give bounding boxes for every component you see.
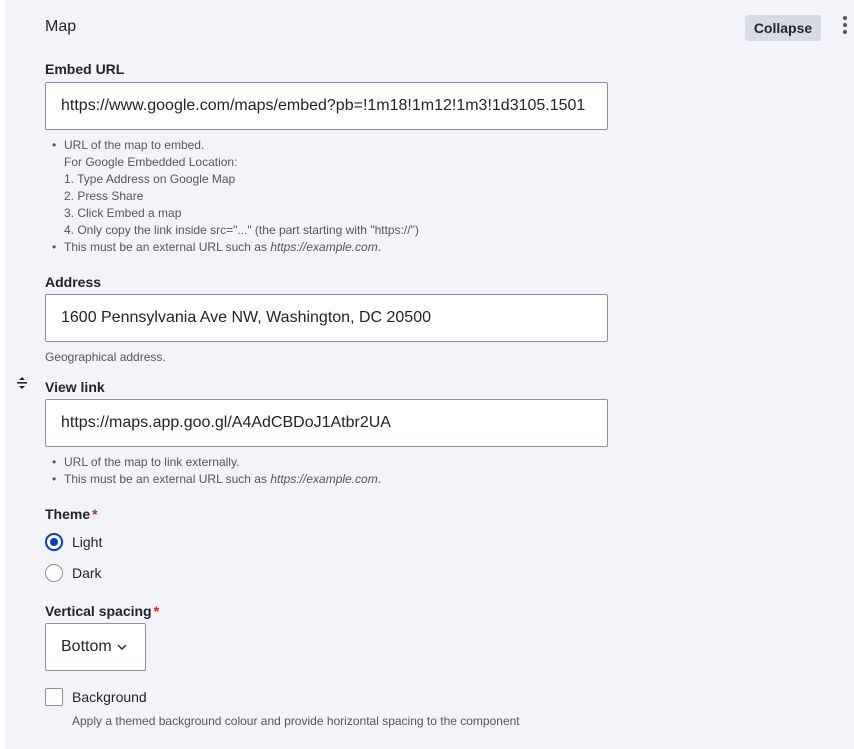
radio-button[interactable] [45,564,63,582]
embed-url-description: URL of the map to embed. For Google Embe… [45,137,419,256]
required-marker: * [92,506,98,522]
required-marker: * [153,603,160,619]
theme-label: Theme * [45,506,98,522]
help-line: URL of the map to embed. [64,138,205,152]
embed-url-label: Embed URL [45,61,125,77]
help-line: For Google Embedded Location: [64,155,238,169]
embed-url-input[interactable]: https://www.google.com/maps/embed?pb=!1m… [45,82,608,130]
help-step: 3. Click Embed a map [64,206,182,220]
radio-label: Light [72,534,103,550]
collapse-button[interactable]: Collapse [745,15,821,41]
address-description: Geographical address. [45,350,166,364]
drag-handle-icon[interactable] [16,376,28,390]
help-text: . [377,240,382,254]
background-checkbox[interactable] [45,688,63,706]
checkbox-label: Background [72,689,147,705]
embed-url-help-item: This must be an external URL such as htt… [52,239,419,256]
select-value: Bottom [61,638,112,655]
kebab-vertical-icon[interactable] [841,16,849,38]
help-text: This must be an external URL such as [64,240,271,254]
background-option[interactable]: Background [45,686,147,708]
theme-label-text: Theme [45,506,91,522]
section-title: Map [45,18,77,35]
help-step: 1. Type Address on Google Map [64,172,236,186]
background-description: Apply a themed background colour and pro… [72,714,520,728]
help-text: . [377,472,382,486]
help-step: 2. Press Share [64,189,144,203]
address-label: Address [45,274,102,290]
theme-option-dark[interactable]: Dark [45,562,102,584]
radio-label: Dark [72,565,102,581]
view-link-label: View link [45,379,105,395]
view-link-help-item: This must be an external URL such as htt… [52,471,382,488]
help-text: This must be an external URL such as [64,472,271,486]
view-link-help-item: URL of the map to link externally. [52,454,381,471]
vertical-spacing-label: Vertical spacing * [45,603,159,619]
view-link-input[interactable]: https://maps.app.goo.gl/A4AdCBDoJ1Atbr2U… [45,399,608,447]
radio-button[interactable] [45,533,63,551]
vertical-spacing-label-text: Vertical spacing [45,603,152,619]
embed-url-help-item: URL of the map to embed. For Google Embe… [52,137,419,239]
help-step: 4. Only copy the link inside src="..." (… [64,223,419,237]
chevron-down-icon [117,644,127,650]
view-link-description: URL of the map to link externally. This … [45,454,381,488]
theme-option-light[interactable]: Light [45,531,102,553]
example-url: https://example.com [270,240,378,254]
vertical-spacing-select[interactable]: Bottom [45,623,146,671]
address-input[interactable]: 1600 Pennsylvania Ave NW, Washington, DC… [45,294,608,342]
example-url: https://example.com [270,472,378,486]
